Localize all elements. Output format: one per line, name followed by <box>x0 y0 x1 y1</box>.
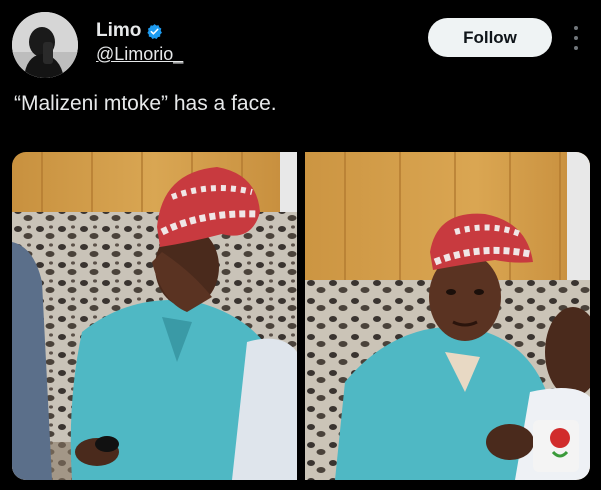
tweet-photo-right[interactable] <box>305 152 590 480</box>
follow-button[interactable]: Follow <box>428 18 552 57</box>
photo-image <box>305 152 590 480</box>
verified-badge-icon <box>147 23 163 39</box>
tweet-media-grid <box>12 152 590 480</box>
author-avatar[interactable] <box>12 12 78 78</box>
author-display-name[interactable]: Limo <box>96 20 141 42</box>
tweet-header: Limo @Limorio_ Follow <box>0 0 601 80</box>
author-name-row: Limo <box>96 20 163 42</box>
author-handle[interactable]: @Limorio_ <box>96 44 183 65</box>
more-dot <box>574 26 578 30</box>
avatar-image <box>12 12 78 78</box>
more-vertical-icon[interactable] <box>568 26 584 50</box>
more-dot <box>574 46 578 50</box>
photo-image <box>12 152 297 480</box>
tweet-text: “Malizeni mtoke” has a face. <box>14 92 277 115</box>
tweet-photo-left[interactable] <box>12 152 297 480</box>
more-dot <box>574 36 578 40</box>
